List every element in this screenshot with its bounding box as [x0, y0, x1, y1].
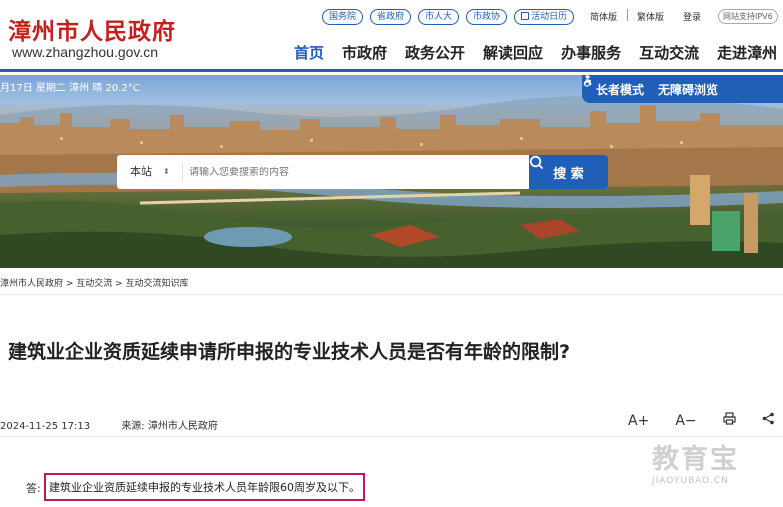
elder-mode-button[interactable]: 长者模式: [583, 75, 645, 98]
print-button[interactable]: [723, 412, 736, 429]
share-icon: [762, 412, 774, 425]
site-url: www.zhangzhou.gov.cn: [12, 44, 159, 60]
date-weather: 月17日 星期二 漳州 晴 20.2°C: [0, 83, 140, 94]
search-bar: 本站 ⬍ 搜 索: [117, 155, 608, 189]
article-source: 来源: 漳州市人民政府: [121, 421, 218, 432]
accessibility-bar: 长者模式 无障碍浏览: [582, 75, 783, 103]
watermark: 教育宝 JIAOYUBAO.CN: [652, 437, 762, 486]
divider: [627, 9, 628, 21]
search-input[interactable]: [189, 166, 529, 178]
search-icon: [529, 155, 544, 170]
calendar-icon: [521, 12, 530, 20]
search-button-label: 搜 索: [553, 166, 584, 182]
divider: [0, 294, 783, 295]
search-scope-value: 本站: [130, 165, 152, 178]
link-province-gov[interactable]: 省政府: [370, 9, 412, 25]
breadcrumb[interactable]: 漳州市人民政府 > 互动交流 > 互动交流知识库: [0, 276, 189, 289]
top-links: 国务院 省政府 市人大 市政协 活动日历: [322, 9, 575, 25]
article-meta: 2024-11-25 17:13 来源: 漳州市人民政府: [0, 417, 246, 432]
article-tools: A+ A−: [628, 412, 775, 429]
nav-services[interactable]: 办事服务: [561, 42, 621, 63]
nav-about-city[interactable]: 走进漳州: [717, 42, 777, 63]
event-calendar-label: 活动日历: [531, 12, 568, 22]
nav-city-gov[interactable]: 市政府: [342, 42, 387, 63]
answer-label: 答:: [26, 482, 41, 495]
print-icon: [723, 412, 736, 425]
nav-interpretation[interactable]: 解读回应: [483, 42, 543, 63]
accessibility-label: 无障碍浏览: [658, 82, 719, 97]
site-logo[interactable]: 漳州市人民政府: [8, 12, 176, 46]
login-link[interactable]: 登录: [683, 10, 701, 23]
accessibility-button[interactable]: 无障碍浏览: [583, 75, 719, 98]
lang-simplified[interactable]: 简体版: [590, 10, 617, 23]
link-cppcc[interactable]: 市政协: [466, 9, 508, 25]
font-decrease-button[interactable]: A−: [675, 413, 696, 429]
elder-mode-label: 长者模式: [596, 82, 645, 97]
lang-traditional[interactable]: 繁体版: [637, 10, 664, 23]
city-banner: 月17日 星期二 漳州 晴 20.2°C 长者模式 无障碍浏览 本站 ⬍ 搜 索: [0, 75, 783, 268]
link-state-council[interactable]: 国务院: [322, 9, 364, 25]
nav-home[interactable]: 首页: [294, 42, 324, 63]
watermark-logo: 教育宝: [652, 444, 739, 475]
answer-text: 建筑业企业资质延续申报的专业技术人员年龄限60周岁及以下。: [44, 473, 365, 501]
font-increase-button[interactable]: A+: [628, 413, 649, 429]
link-event-calendar[interactable]: 活动日历: [514, 9, 575, 25]
watermark-url: JIAOYUBAO.CN: [652, 476, 729, 486]
main-nav: 首页 市政府 政务公开 解读回应 办事服务 互动交流 走进漳州: [294, 42, 777, 63]
link-peoples-congress[interactable]: 市人大: [418, 9, 460, 25]
wheelchair-icon: [583, 75, 592, 87]
share-button[interactable]: [762, 412, 775, 429]
chevron-updown-icon: ⬍: [163, 167, 170, 176]
page-title: 建筑业企业资质延续申请所申报的专业技术人员是否有年龄的限制?: [8, 341, 571, 363]
nav-interaction[interactable]: 互动交流: [639, 42, 699, 63]
publish-date: 2024-11-25 17:13: [0, 421, 91, 432]
search-button[interactable]: 搜 索: [529, 155, 608, 189]
nav-gov-affairs[interactable]: 政务公开: [405, 42, 465, 63]
search-scope-select[interactable]: 本站 ⬍: [117, 163, 183, 181]
ipv6-badge: 网站支持IPV6: [718, 9, 778, 24]
site-header: 漳州市人民政府 www.zhangzhou.gov.cn 国务院 省政府 市人大…: [0, 0, 783, 72]
